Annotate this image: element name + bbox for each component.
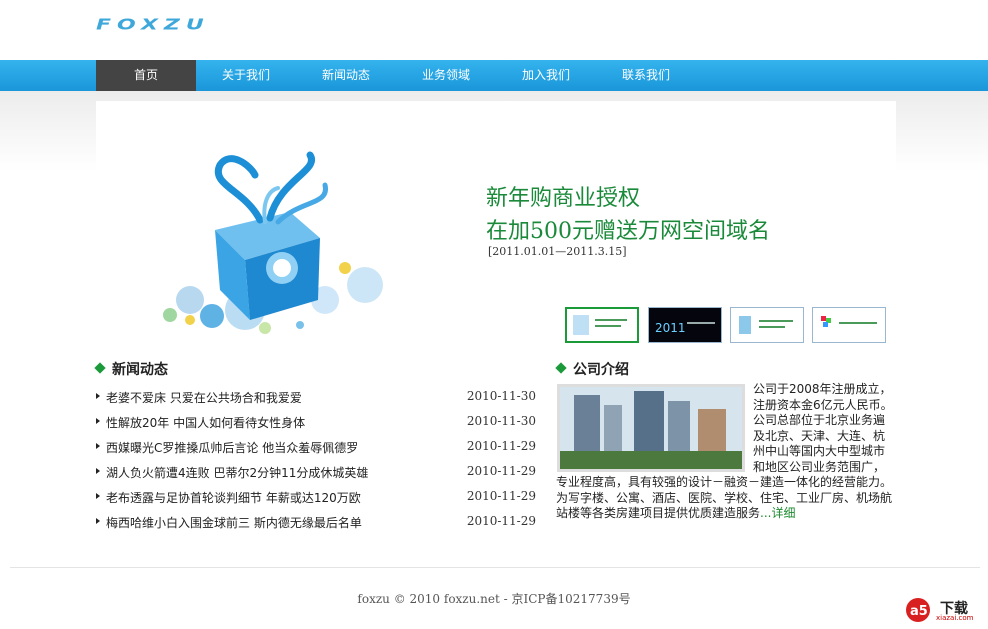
bullet-icon xyxy=(96,393,100,399)
news-section-title: 新闻动态 xyxy=(94,359,168,379)
news-item-date: 2010-11-29 xyxy=(466,489,536,503)
news-item-title[interactable]: 梅西哈维小白入围金球前三 斯内德无缘最后名单 xyxy=(106,514,362,531)
bullet-icon xyxy=(96,418,100,424)
main-nav: 首页 关于我们 新闻动态 业务领域 加入我们 联系我们 xyxy=(0,60,988,91)
promo-headline: 新年购商业授权 xyxy=(486,186,641,211)
news-item-title[interactable]: 老婆不爱床 只爱在公共场合和我爱爱 xyxy=(106,389,302,406)
banner-thumbnail-1[interactable] xyxy=(565,307,639,343)
news-item[interactable]: 湖人负火箭遭4连败 巴蒂尔2分钟11分成休城英雄 2010-11-29 xyxy=(96,464,536,480)
banner-thumbnail-2[interactable]: 2011 xyxy=(648,307,722,343)
diamond-icon xyxy=(555,362,567,374)
news-title-text: 新闻动态 xyxy=(112,362,168,378)
news-item-date: 2010-11-30 xyxy=(466,389,536,403)
footer-divider xyxy=(10,567,980,568)
nav-item-news[interactable]: 新闻动态 xyxy=(296,60,396,91)
svg-text:a5: a5 xyxy=(910,604,928,619)
news-item-date: 2010-11-29 xyxy=(466,514,536,528)
news-item[interactable]: 梅西哈维小白入围金球前三 斯内德无缘最后名单 2010-11-29 xyxy=(96,514,536,530)
news-item[interactable]: 老布透露与足协首轮谈判细节 年薪或达120万欧 2010-11-29 xyxy=(96,489,536,505)
news-item-title[interactable]: 湖人负火箭遭4连败 巴蒂尔2分钟11分成休城英雄 xyxy=(106,464,368,481)
news-item-date: 2010-11-30 xyxy=(466,414,536,428)
news-item-date: 2010-11-29 xyxy=(466,464,536,478)
banner-thumbnail-4[interactable] xyxy=(812,307,886,343)
bullet-icon xyxy=(96,518,100,524)
svg-text:2011: 2011 xyxy=(655,321,686,335)
nav-item-business[interactable]: 业务领域 xyxy=(396,60,496,91)
bullet-icon xyxy=(96,493,100,499)
watermark-sub: xiazai.com xyxy=(936,614,974,622)
footer-copyright: foxzu © 2010 foxzu.net - 京ICP备10217739号 xyxy=(357,592,631,606)
nav-item-home[interactable]: 首页 xyxy=(96,60,196,91)
company-section-title: 公司介绍 xyxy=(555,359,629,379)
company-more-link[interactable]: ...详细 xyxy=(760,506,795,520)
banner-thumbnail-3[interactable] xyxy=(730,307,804,343)
promo-date: [2011.01.01—2011.3.15] xyxy=(488,245,627,258)
news-item[interactable]: 西媒曝光C罗推搡瓜帅后言论 他当众羞辱佩德罗 2010-11-29 xyxy=(96,439,536,455)
company-title-text: 公司介绍 xyxy=(573,362,629,378)
news-item-title[interactable]: 老布透露与足协首轮谈判细节 年薪或达120万欧 xyxy=(106,489,361,506)
bullet-icon xyxy=(96,443,100,449)
site-logo[interactable]: FOXZU xyxy=(96,16,210,34)
nav-item-join[interactable]: 加入我们 xyxy=(496,60,596,91)
nav-item-contact[interactable]: 联系我们 xyxy=(596,60,696,91)
news-item-title[interactable]: 性解放20年 中国人如何看待女性身体 xyxy=(106,414,305,431)
news-item[interactable]: 性解放20年 中国人如何看待女性身体 2010-11-30 xyxy=(96,414,536,430)
bullet-icon xyxy=(96,468,100,474)
news-item-date: 2010-11-29 xyxy=(466,439,536,453)
diamond-icon xyxy=(94,362,106,374)
news-item[interactable]: 老婆不爱床 只爱在公共场合和我爱爱 2010-11-30 xyxy=(96,389,536,405)
nav-item-about[interactable]: 关于我们 xyxy=(196,60,296,91)
company-building-photo xyxy=(557,384,745,472)
news-item-title[interactable]: 西媒曝光C罗推搡瓜帅后言论 他当众羞辱佩德罗 xyxy=(106,439,358,456)
gift-box-illustration xyxy=(163,151,383,334)
promo-subheadline: 在加500元赠送万网空间域名 xyxy=(486,219,770,244)
